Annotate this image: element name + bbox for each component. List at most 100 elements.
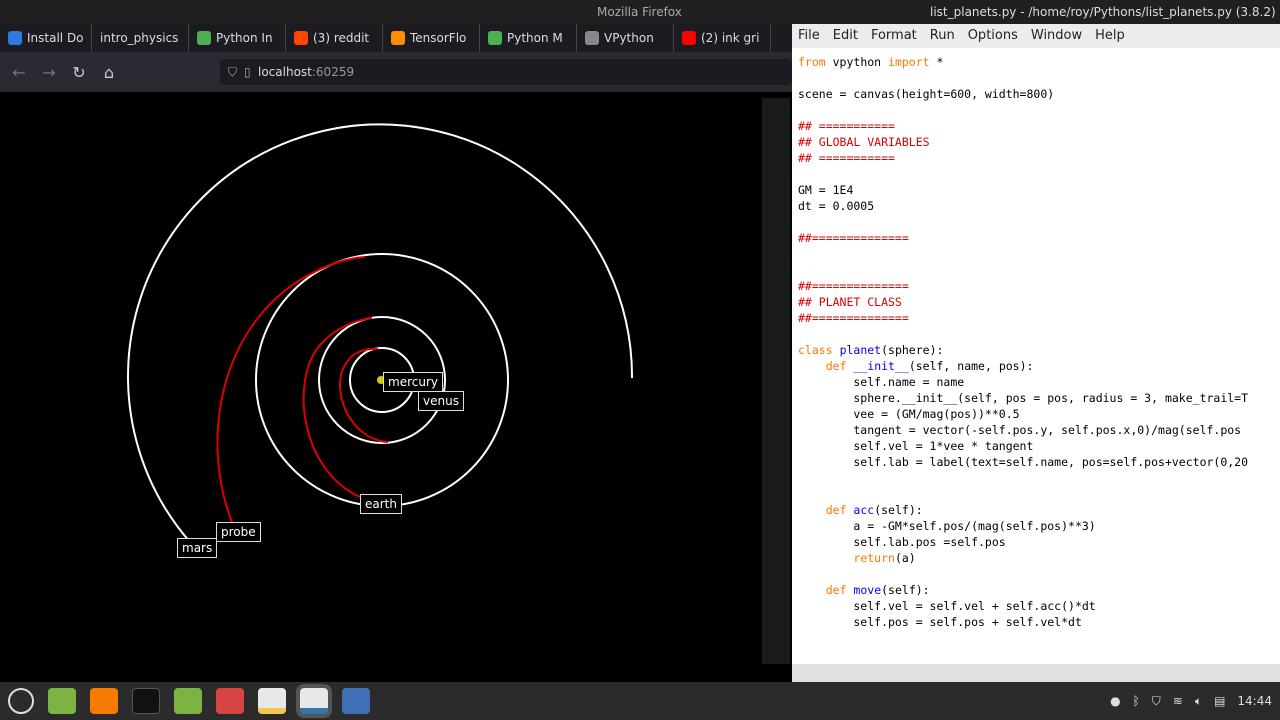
code-editor[interactable]: from vpython import * scene = canvas(heig… <box>798 54 1248 630</box>
code-line: self.lab = label(text=self.name, pos=sel… <box>798 454 1248 470</box>
code-token: class <box>798 343 833 357</box>
code-token: ##============== <box>798 231 909 245</box>
code-line: sphere.__init__(self, pos = pos, radius … <box>798 390 1248 406</box>
venus-trail <box>339 347 389 443</box>
mars-orbit <box>127 123 634 543</box>
idle-python-icon[interactable] <box>296 684 332 718</box>
image-viewer-icon[interactable] <box>216 688 244 714</box>
reload-icon[interactable]: ↻ <box>64 63 94 82</box>
code-token: sphere.__init__(self, pos = pos, radius … <box>798 391 1249 405</box>
page-scrollbar[interactable] <box>762 98 790 664</box>
wifi-icon[interactable]: ≋ <box>1173 694 1183 708</box>
code-line: ## GLOBAL VARIABLES <box>798 134 1248 150</box>
code-line: ##============== <box>798 278 1248 294</box>
display-icon[interactable] <box>342 688 370 714</box>
tab-favicon-icon <box>294 31 308 45</box>
code-line: GM = 1E4 <box>798 182 1248 198</box>
browser-tab[interactable]: VPython <box>577 24 674 52</box>
code-token: self.name = name <box>798 375 965 389</box>
editor-title-bar: list_planets.py - /home/roy/Pythons/list… <box>792 0 1280 24</box>
volume-icon[interactable]: 🔈︎ <box>1195 694 1202 709</box>
code-token: self.vel = 1*vee * tangent <box>798 439 1034 453</box>
code-token: ## PLANET CLASS <box>798 295 902 309</box>
system-tray: ● ᛒ ⛉ ≋ 🔈︎ ▤ 14:44 <box>1110 682 1272 720</box>
code-line: ## PLANET CLASS <box>798 294 1248 310</box>
firefox-title-bar: Mozilla Firefox <box>0 0 792 24</box>
shield-icon: ⛉ <box>228 65 238 79</box>
code-token: tangent = vector(-self.pos.y, self.pos.x… <box>798 423 1242 437</box>
files-icon[interactable] <box>174 688 202 714</box>
code-token: from <box>798 55 826 69</box>
code-line: dt = 0.0005 <box>798 198 1248 214</box>
code-line: def __init__(self, name, pos): <box>798 358 1248 374</box>
probe-trail <box>216 256 366 523</box>
tab-favicon-icon <box>197 31 211 45</box>
firefox-icon[interactable] <box>90 688 118 714</box>
tab-label: Python In <box>216 31 273 45</box>
browser-tab[interactable]: TensorFlo <box>383 24 480 52</box>
code-line: ## =========== <box>798 150 1248 166</box>
code-line: def move(self): <box>798 582 1248 598</box>
code-token: (self, name, pos): <box>908 359 1034 373</box>
browser-tab[interactable]: Python M <box>480 24 577 52</box>
code-line: self.vel = self.vel + self.acc()*dt <box>798 598 1248 614</box>
clock[interactable]: 14:44 <box>1237 694 1272 708</box>
menu-window[interactable]: Window <box>1031 24 1082 48</box>
browser-tab[interactable]: Python In <box>189 24 286 52</box>
menu-format[interactable]: Format <box>871 24 917 48</box>
mars-label: mars <box>177 538 218 558</box>
code-token: (sphere): <box>881 343 944 357</box>
code-line: self.pos = self.pos + self.vel*dt <box>798 614 1248 630</box>
shield-update-icon[interactable]: ⛉ <box>1152 694 1161 709</box>
menu-file[interactable]: File <box>798 24 820 48</box>
menu-icon[interactable] <box>8 688 34 714</box>
show-desktop-icon[interactable] <box>48 688 76 714</box>
code-token: a = -GM*self.pos/(mag(self.pos)**3) <box>798 519 1096 533</box>
tab-favicon-icon <box>488 31 502 45</box>
menu-run[interactable]: Run <box>930 24 955 48</box>
vpython-canvas[interactable]: mercury venus earth probe mars <box>8 98 760 664</box>
code-token: ##============== <box>798 279 909 293</box>
url-bar[interactable]: ⛉ ▯ localhost:60259 <box>220 59 792 85</box>
back-icon[interactable]: ← <box>4 63 34 82</box>
code-token: return <box>853 551 895 565</box>
code-line: vee = (GM/mag(pos))**0.5 <box>798 406 1248 422</box>
tab-label: (3) reddit <box>313 31 370 45</box>
browser-tab[interactable]: (3) reddit <box>286 24 383 52</box>
code-token: self.lab.pos =self.pos <box>798 535 1006 549</box>
clipboard-icon[interactable]: ▤ <box>1214 694 1225 708</box>
menu-edit[interactable]: Edit <box>833 24 858 48</box>
status-dot-icon[interactable]: ● <box>1110 694 1120 708</box>
home-icon[interactable]: ⌂ <box>94 63 124 82</box>
browser-tab[interactable]: (2) ink gri <box>674 24 771 52</box>
menu-options[interactable]: Options <box>968 24 1018 48</box>
forward-icon[interactable]: → <box>34 63 64 82</box>
tab-label: TensorFlo <box>410 31 467 45</box>
menu-help[interactable]: Help <box>1095 24 1125 48</box>
code-line: from vpython import * <box>798 54 1248 70</box>
venus-label: venus <box>418 391 464 411</box>
code-token: vee = (GM/mag(pos))**0.5 <box>798 407 1020 421</box>
earth-trail <box>302 317 373 498</box>
earth-label: earth <box>360 494 402 514</box>
code-token: self.lab = label(text=self.name, pos=sel… <box>798 455 1249 469</box>
browser-tab[interactable]: intro_physics <box>92 24 189 52</box>
code-token: vpython <box>825 55 889 69</box>
code-line: self.lab.pos =self.pos <box>798 534 1248 550</box>
python-file-icon[interactable] <box>258 688 286 714</box>
browser-tab[interactable]: Install Do <box>0 24 92 52</box>
nav-bar: ← → ↻ ⌂ ⛉ ▯ localhost:60259 <box>0 54 792 90</box>
page-icon: ▯ <box>244 65 251 79</box>
code-line: scene = canvas(height=600, width=800) <box>798 86 1248 102</box>
code-line: def acc(self): <box>798 502 1248 518</box>
code-token: (self): <box>874 503 923 517</box>
bluetooth-icon[interactable]: ᛒ <box>1133 694 1140 708</box>
terminal-icon[interactable] <box>132 688 160 714</box>
tab-label: Python M <box>507 31 563 45</box>
